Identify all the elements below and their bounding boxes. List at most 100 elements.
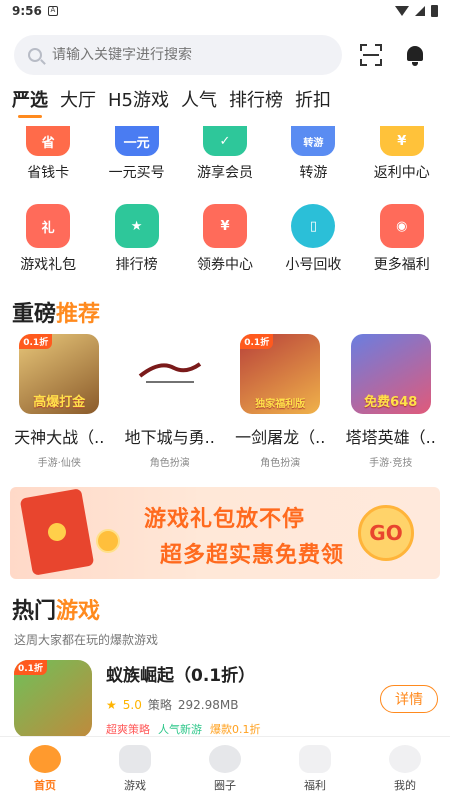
hot-game-info: 蚁族崛起（0.1折） ★ 5.0 策略 292.98MB 超爽策略 人气新游 爆… bbox=[106, 661, 380, 737]
nav-label: 我的 bbox=[394, 778, 416, 792]
game-caption: 免费648 bbox=[364, 395, 418, 410]
hot-games-title: 热门 游戏 bbox=[12, 599, 101, 624]
game-thumbnail: 0.1折 高爆打金 bbox=[19, 334, 100, 414]
game-tag: 超爽策略 bbox=[106, 723, 150, 736]
status-time: 9:56 bbox=[12, 4, 42, 18]
nav-label: 游戏 bbox=[124, 778, 146, 792]
dnf-logo-icon bbox=[138, 362, 201, 383]
nav-label: 圈子 bbox=[214, 778, 236, 792]
shortcut-label: 排行榜 bbox=[115, 257, 158, 273]
scan-icon[interactable] bbox=[360, 44, 382, 66]
app-screen: 9:56 A 严选 大厅 H5游戏 人气 排行榜 折扣 省 省钱卡 bbox=[0, 0, 450, 800]
shortcut-one-yuan[interactable]: 一元 一元买号 bbox=[92, 118, 180, 190]
tab-discount[interactable]: 折扣 bbox=[295, 86, 331, 118]
shortcut-coupon-center[interactable]: ¥ 领券中心 bbox=[181, 204, 269, 294]
shortcut-label: 领券中心 bbox=[196, 257, 253, 273]
game-tag: 爆款0.1折 bbox=[210, 723, 261, 736]
hot-games-subtitle: 这周大家都在玩的爆款游戏 bbox=[14, 633, 159, 647]
profile-icon bbox=[389, 744, 421, 773]
shortcut-label: 更多福利 bbox=[373, 257, 430, 273]
discount-badge: 0.1折 bbox=[14, 660, 47, 675]
discount-badge: 0.1折 bbox=[240, 334, 274, 349]
shortcut-label: 小号回收 bbox=[285, 257, 342, 273]
shortcut-account-recycle[interactable]: ▯ 小号回收 bbox=[269, 204, 357, 294]
shortcut-label: 游享会员 bbox=[196, 165, 253, 181]
nav-welfare[interactable]: 福利 bbox=[270, 737, 360, 800]
status-bar: 9:56 A bbox=[0, 0, 450, 22]
detail-button[interactable]: 详情 bbox=[380, 685, 438, 713]
one-yuan-icon: 一元 bbox=[114, 126, 159, 156]
vip-icon: ✓ bbox=[202, 126, 247, 156]
game-thumbnail: 0.1折 独家福利版 bbox=[240, 334, 321, 414]
wallet-icon: 省 bbox=[26, 126, 71, 156]
featured-game-card[interactable]: 0.1折 独家福利版 一剑屠龙（.. 角色扮演 bbox=[225, 334, 336, 469]
go-button[interactable]: GO bbox=[358, 505, 414, 561]
notification-icon: A bbox=[47, 6, 58, 16]
banner-subline: 超多超实惠免费领 bbox=[160, 543, 345, 568]
shortcut-vip[interactable]: ✓ 游享会员 bbox=[181, 118, 269, 190]
game-category: 角色扮演 bbox=[260, 458, 301, 469]
game-name: 地下城与勇.. bbox=[124, 428, 215, 447]
game-tag: 人气新游 bbox=[158, 723, 202, 736]
home-icon bbox=[29, 744, 61, 773]
game-name: 一剑屠龙（.. bbox=[235, 428, 326, 447]
game-thumbnail: 免费648 bbox=[350, 334, 431, 414]
tab-yanxuan[interactable]: 严选 bbox=[12, 86, 48, 118]
tab-ranking[interactable]: 排行榜 bbox=[229, 86, 283, 118]
nav-label: 福利 bbox=[304, 778, 326, 792]
signal-icon bbox=[415, 6, 425, 16]
tab-h5-games[interactable]: H5游戏 bbox=[108, 86, 169, 118]
game-category: 手游·仙侠 bbox=[37, 458, 81, 469]
search-input[interactable] bbox=[52, 47, 312, 63]
shortcut-grid-row1: 省 省钱卡 一元 一元买号 ✓ 游享会员 转游 转游 ¥ 返利中心 bbox=[0, 118, 450, 190]
banner-headline: 游戏礼包放不停 bbox=[144, 507, 306, 532]
gift-pack-banner[interactable]: 游戏礼包放不停 超多超实惠免费领 GO bbox=[10, 487, 440, 579]
game-name: 塔塔英雄（.. bbox=[345, 428, 436, 447]
battery-icon bbox=[431, 5, 438, 17]
shortcut-ranking[interactable]: ★ 排行榜 bbox=[92, 204, 180, 294]
search-row bbox=[0, 30, 450, 80]
gift-icon: 礼 bbox=[26, 204, 71, 248]
game-name: 蚁族崛起（0.1折） bbox=[106, 666, 256, 686]
featured-game-card[interactable]: 免费648 塔塔英雄（.. 手游·竞技 bbox=[336, 334, 447, 469]
nav-home[interactable]: 首页 bbox=[0, 737, 90, 800]
shortcut-transfer[interactable]: 转游 转游 bbox=[269, 118, 357, 190]
bell-icon[interactable] bbox=[406, 44, 424, 66]
game-thumbnail: 0.1折 bbox=[14, 660, 92, 738]
bottom-nav: 首页 游戏 圈子 福利 我的 bbox=[0, 736, 450, 800]
nav-games[interactable]: 游戏 bbox=[90, 737, 180, 800]
gift-box-icon bbox=[299, 744, 331, 773]
transfer-icon: 转游 bbox=[291, 126, 336, 156]
shortcut-rebate[interactable]: ¥ 返利中心 bbox=[358, 118, 446, 190]
discount-badge: 0.1折 bbox=[19, 334, 53, 349]
game-size: 292.98MB bbox=[177, 697, 239, 712]
game-rating: 5.0 bbox=[122, 697, 142, 712]
nav-circle[interactable]: 圈子 bbox=[180, 737, 270, 800]
coin-icon bbox=[96, 529, 120, 553]
hot-game-item[interactable]: 0.1折 蚁族崛起（0.1折） ★ 5.0 策略 292.98MB 超爽策略 人… bbox=[0, 648, 450, 738]
nav-profile[interactable]: 我的 bbox=[360, 737, 450, 800]
shortcut-grid-row2: 礼 游戏礼包 ★ 排行榜 ¥ 领券中心 ▯ 小号回收 ◉ 更多福利 bbox=[0, 204, 450, 294]
phone-icon: ▯ bbox=[291, 204, 336, 248]
shortcut-label: 省钱卡 bbox=[27, 165, 70, 181]
game-meta: ★ 5.0 策略 292.98MB bbox=[106, 696, 380, 713]
star-icon: ★ bbox=[106, 697, 117, 712]
featured-title: 重磅 推荐 bbox=[12, 302, 101, 327]
tab-popular[interactable]: 人气 bbox=[181, 86, 217, 118]
shortcut-savings-card[interactable]: 省 省钱卡 bbox=[4, 118, 92, 190]
tab-dating[interactable]: 大厅 bbox=[60, 86, 96, 118]
red-envelope-icon bbox=[19, 488, 95, 576]
featured-game-card[interactable]: 0.1折 高爆打金 天神大战（.. 手游·仙侠 bbox=[4, 334, 115, 469]
game-thumbnail bbox=[129, 334, 210, 414]
nav-label: 首页 bbox=[34, 778, 56, 792]
shortcut-more-welfare[interactable]: ◉ 更多福利 bbox=[358, 204, 446, 294]
game-caption: 独家福利版 bbox=[255, 399, 306, 410]
trophy-icon: ★ bbox=[114, 204, 159, 248]
shortcut-gift-pack[interactable]: 礼 游戏礼包 bbox=[4, 204, 92, 294]
search-bar[interactable] bbox=[14, 35, 342, 75]
featured-games: 0.1折 高爆打金 天神大战（.. 手游·仙侠 地下城与勇.. 角色扮演 0.1… bbox=[0, 334, 450, 469]
game-category: 角色扮演 bbox=[149, 458, 190, 469]
gamepad-icon bbox=[119, 744, 151, 773]
featured-game-card[interactable]: 地下城与勇.. 角色扮演 bbox=[115, 334, 226, 469]
shortcut-label: 返利中心 bbox=[373, 165, 430, 181]
